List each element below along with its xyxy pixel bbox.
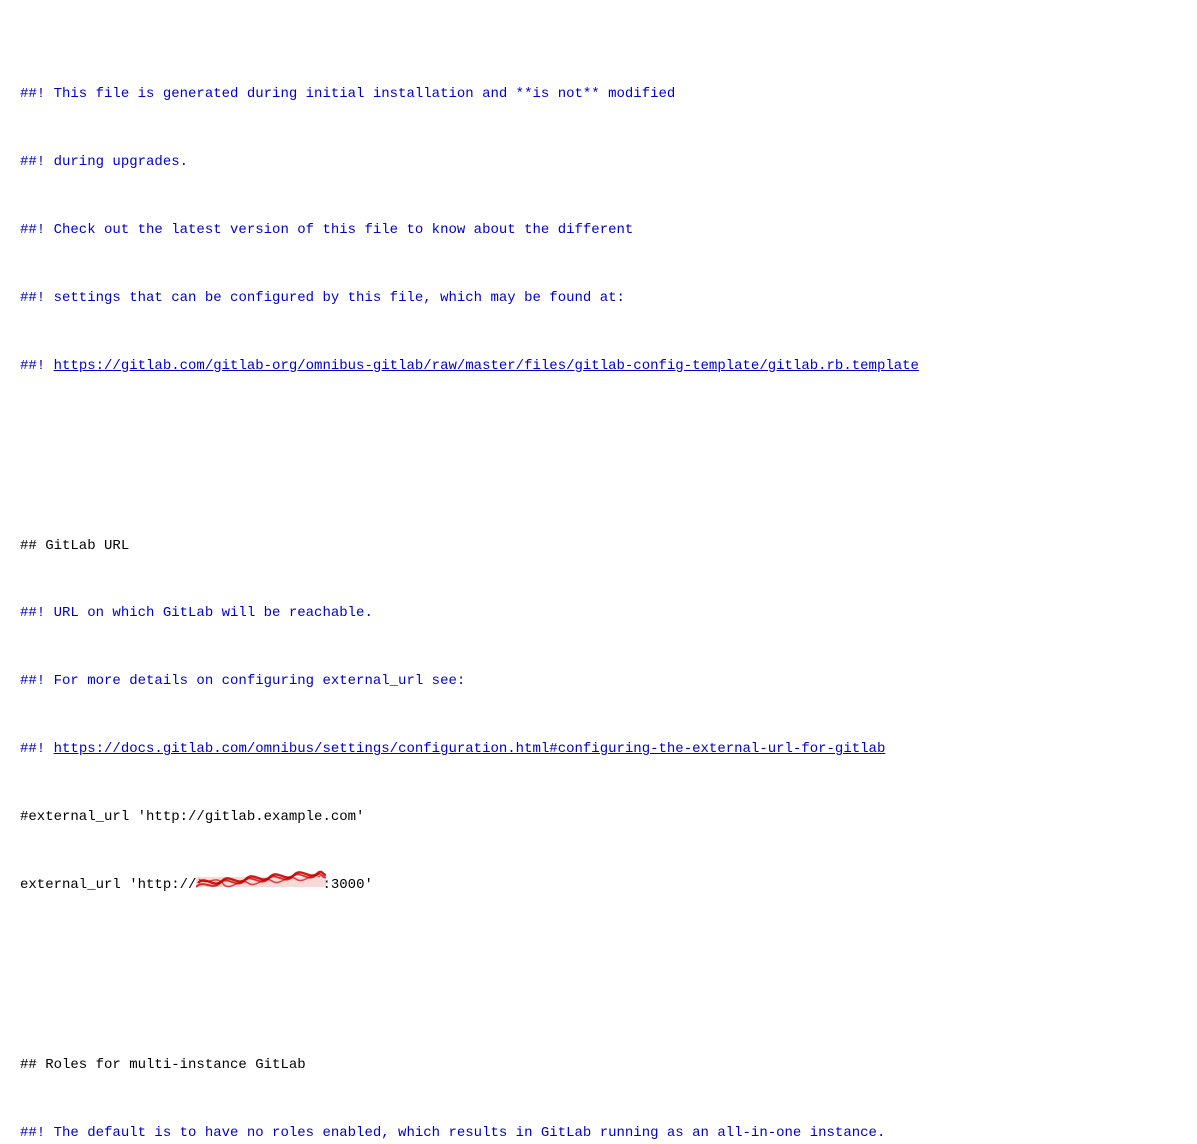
line-1: ##! This file is generated during initia…	[20, 83, 1177, 106]
line-7: ##! URL on which GitLab will be reachabl…	[20, 602, 1177, 625]
line-8: ##! For more details on configuring exte…	[20, 670, 1177, 693]
code-viewer: ##! This file is generated during initia…	[20, 16, 1177, 1144]
blank-2	[20, 964, 1177, 986]
line-3: ##! Check out the latest version of this…	[20, 219, 1177, 242]
line-2: ##! during upgrades.	[20, 151, 1177, 174]
line-10: #external_url 'http://gitlab.example.com…	[20, 806, 1177, 829]
line-6: ## GitLab URL	[20, 535, 1177, 558]
redacted-ip: 192.168.xxx.xxx	[196, 874, 322, 897]
line-12: ## Roles for multi-instance GitLab	[20, 1054, 1177, 1077]
line-4: ##! settings that can be configured by t…	[20, 287, 1177, 310]
blank-1	[20, 445, 1177, 467]
line-11: external_url 'http://192.168.xxx.xxx:300…	[20, 874, 1177, 897]
line-13: ##! The default is to have no roles enab…	[20, 1122, 1177, 1144]
line-9: ##! https://docs.gitlab.com/omnibus/sett…	[20, 738, 1177, 761]
line-5: ##! https://gitlab.com/gitlab-org/omnibu…	[20, 355, 1177, 378]
